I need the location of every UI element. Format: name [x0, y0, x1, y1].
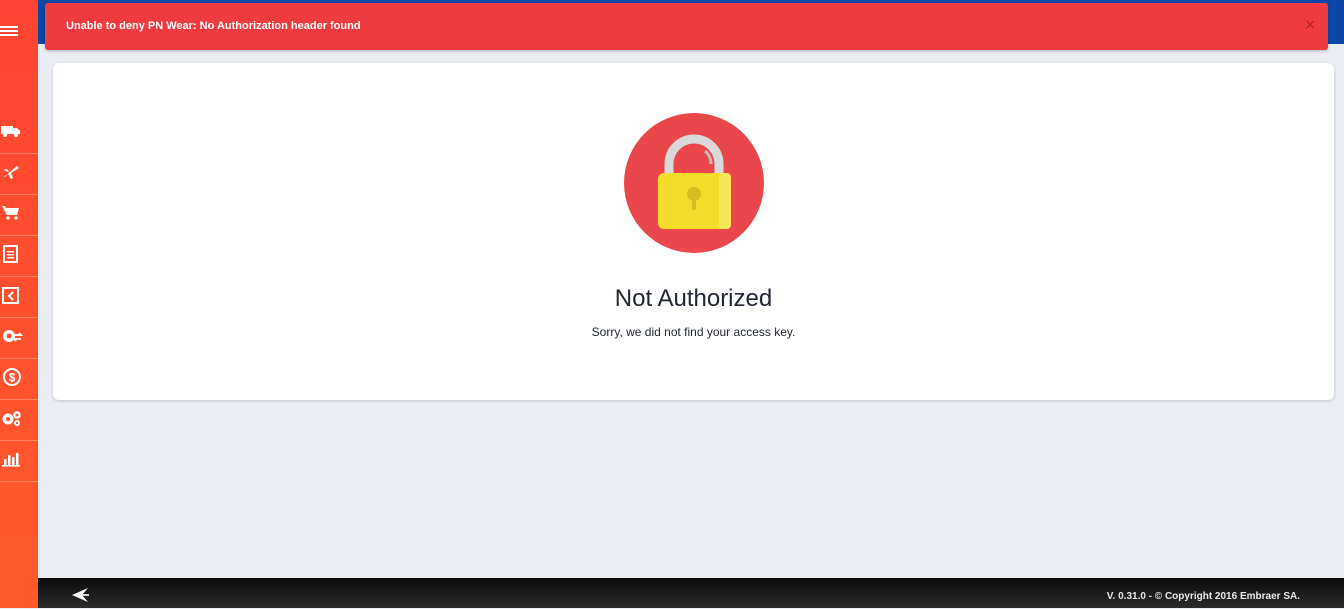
sidebar-item-gear-swap[interactable]: [0, 318, 38, 359]
not-authorized-card: Not Authorized Sorry, we did not find yo…: [53, 63, 1334, 400]
gear-swap-icon: [0, 327, 24, 350]
svg-text:$: $: [9, 370, 16, 384]
cart-icon: [0, 205, 21, 226]
sidebar-item-airplane[interactable]: [0, 154, 38, 195]
alert-message: Unable to deny PN Wear: No Authorization…: [66, 20, 361, 32]
sidebar-item-cart[interactable]: [0, 195, 38, 236]
document-icon: [0, 244, 21, 268]
dollar-cycle-icon: $: [0, 367, 23, 392]
hamburger-menu-icon[interactable]: [0, 22, 20, 42]
page-title: Not Authorized: [614, 285, 773, 312]
version-copyright: V. 0.31.0 - © Copyright 2016 Embraer SA.: [1106, 591, 1300, 602]
sidebar-item-gears[interactable]: [0, 400, 38, 441]
sidebar-item-bar-chart[interactable]: [0, 441, 38, 482]
box-return-icon: [0, 286, 21, 309]
page-subtitle: Sorry, we did not find your access key.: [591, 325, 796, 339]
airplane-icon: [0, 164, 21, 185]
sidebar: $: [0, 0, 38, 608]
error-alert: Unable to deny PN Wear: No Authorization…: [45, 3, 1328, 50]
embraer-logo-icon: [68, 586, 90, 609]
footer: V. 0.31.0 - © Copyright 2016 Embraer SA.: [38, 578, 1344, 608]
truck-icon: [0, 123, 21, 144]
gears-icon: [0, 409, 23, 432]
alert-close-button[interactable]: ×: [1304, 17, 1316, 33]
sidebar-item-dollar-cycle[interactable]: $: [0, 359, 38, 400]
sidebar-item-truck[interactable]: [0, 113, 38, 154]
sidebar-item-box-return[interactable]: [0, 277, 38, 318]
padlock-icon: [623, 112, 765, 254]
sidebar-item-document[interactable]: [0, 236, 38, 277]
bar-chart-icon: [0, 451, 21, 472]
